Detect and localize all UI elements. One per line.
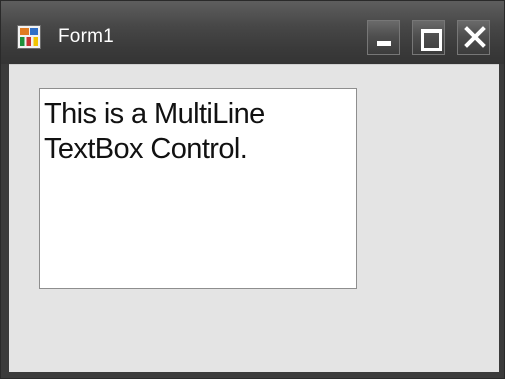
- close-icon: [464, 26, 486, 48]
- app-icon-bars: [20, 37, 38, 46]
- minimize-button[interactable]: [367, 20, 400, 55]
- minimize-icon: [377, 41, 391, 46]
- form-client-area: This is a MultiLine TextBox Control.: [9, 64, 499, 372]
- form-window: Form1 This is a MultiLine TextBox Contro…: [0, 0, 505, 379]
- form-app-icon[interactable]: [17, 25, 41, 49]
- maximize-button[interactable]: [412, 20, 445, 55]
- multiline-textbox[interactable]: This is a MultiLine TextBox Control.: [39, 88, 357, 289]
- maximize-icon: [421, 29, 442, 51]
- close-button[interactable]: [457, 20, 490, 55]
- title-bar[interactable]: Form1: [1, 1, 504, 64]
- window-title: Form1: [58, 26, 114, 47]
- multiline-textbox-value[interactable]: This is a MultiLine TextBox Control.: [44, 97, 356, 167]
